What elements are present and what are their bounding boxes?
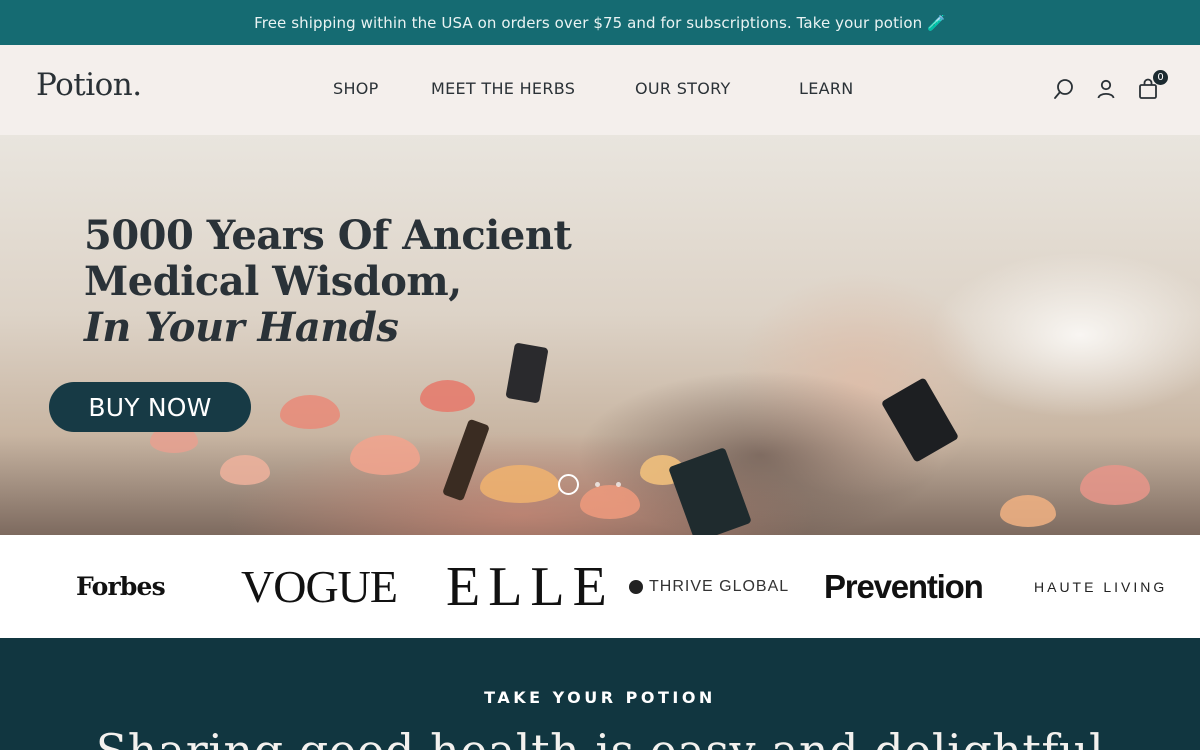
announcement-bar: Free shipping within the USA on orders o… xyxy=(0,0,1200,45)
prevention-logo: Prevention xyxy=(824,567,984,605)
header-icons: 0 xyxy=(1052,70,1168,101)
cart-icon[interactable]: 0 xyxy=(1136,70,1168,101)
haute-living-logo: HAUTE LIVING xyxy=(1034,578,1168,595)
hero-headline-line2: Medical Wisdom, xyxy=(84,258,462,305)
forbes-logo: Forbes xyxy=(76,572,166,601)
section-eyebrow: TAKE YOUR POTION xyxy=(484,688,716,707)
hero-headline-line1: 5000 Years Of Ancient xyxy=(84,212,572,259)
thrive-global-logo: THRIVE GLOBAL xyxy=(629,535,789,638)
section-headline: Sharing good health is easy and delightf… xyxy=(0,724,1200,750)
carousel-dots xyxy=(558,474,621,495)
carousel-dot-2[interactable] xyxy=(595,482,600,487)
take-your-potion-section: TAKE YOUR POTION Sharing good health is … xyxy=(0,638,1200,750)
hero-banner: 5000 Years Of Ancient Medical Wisdom, In… xyxy=(0,135,1200,535)
carousel-dot-3[interactable] xyxy=(616,482,621,487)
thrive-global-mark-icon xyxy=(629,579,643,594)
nav-item-our-story[interactable]: OUR STORY xyxy=(635,79,731,98)
thrive-global-text: THRIVE GLOBAL xyxy=(649,577,790,595)
search-icon[interactable] xyxy=(1052,77,1076,101)
main-nav: SHOP MEET THE HERBS OUR STORY LEARN xyxy=(0,79,1200,101)
press-logos: Forbes VOGUE ELLE THRIVE GLOBAL Preventi… xyxy=(0,535,1200,638)
nav-item-meet-the-herbs[interactable]: MEET THE HERBS xyxy=(431,79,575,98)
account-icon[interactable] xyxy=(1094,77,1118,101)
carousel-dot-1[interactable] xyxy=(558,474,579,495)
cart-count-badge: 0 xyxy=(1153,70,1168,85)
announcement-text: Free shipping within the USA on orders o… xyxy=(254,13,946,32)
elle-logo: ELLE xyxy=(446,555,615,618)
buy-now-button[interactable]: BUY NOW xyxy=(49,382,251,432)
vogue-logo: VOGUE xyxy=(241,561,398,612)
hero-headline-line3: In Your Hands xyxy=(84,304,399,351)
nav-item-learn[interactable]: LEARN xyxy=(799,79,854,98)
nav-item-shop[interactable]: SHOP xyxy=(333,79,379,98)
hero-headline: 5000 Years Of Ancient Medical Wisdom, In… xyxy=(84,212,572,351)
site-header: Potion. SHOP MEET THE HERBS OUR STORY LE… xyxy=(0,45,1200,135)
